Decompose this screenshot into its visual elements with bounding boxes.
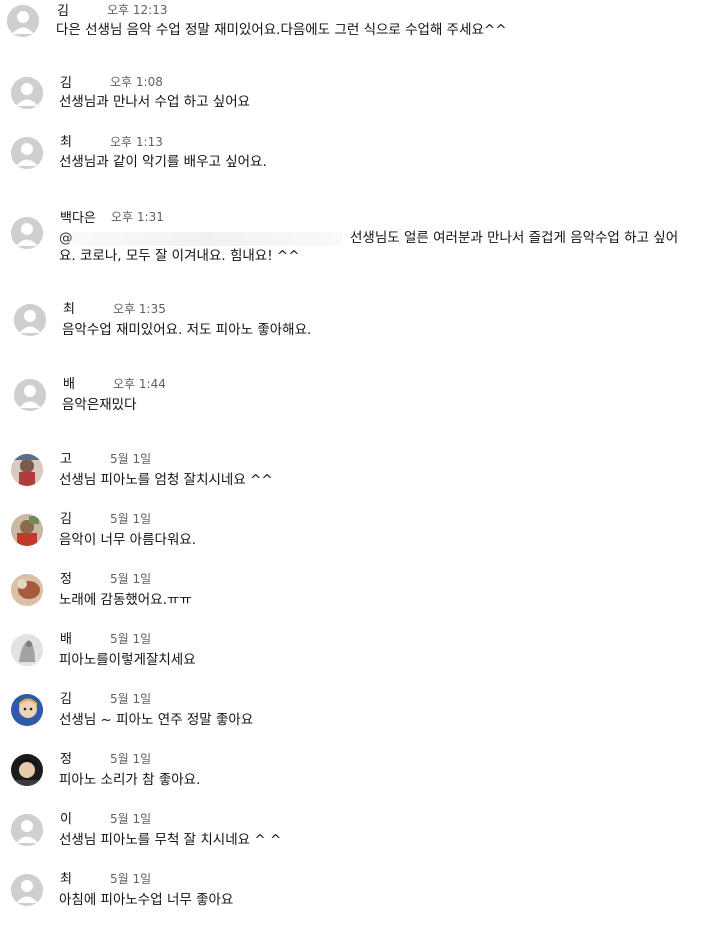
comment-author[interactable]: 최 [60, 868, 72, 887]
default-avatar-icon[interactable] [11, 874, 43, 906]
comment-author[interactable]: 배 [60, 628, 72, 647]
default-avatar-icon[interactable] [14, 304, 46, 336]
comment-author[interactable]: 고 [60, 448, 72, 467]
comment-text: 노래에 감동했어요.ㅠㅠ [59, 592, 192, 608]
comment-item: 배 5월 1일 피아노를이렇게잘치세요 [0, 627, 724, 687]
comment-text: 선생님과 같이 악기를 배우고 싶어요. [59, 154, 267, 170]
comment-text: 선생님과 만나서 수업 하고 싶어요 [59, 94, 251, 110]
comment-author[interactable]: 이 [60, 808, 72, 827]
comment-text: 아침에 피아노수업 너무 좋아요 [59, 892, 234, 908]
photo-avatar-icon[interactable] [11, 634, 43, 666]
comment-timestamp[interactable]: 오후 1:31 [111, 208, 164, 225]
comment-item: 이 5월 1일 선생님 피아노를 무척 잘 치시네요 ^ ^ [0, 807, 724, 867]
comment-timestamp[interactable]: 5월 1일 [110, 810, 151, 827]
comment-text: 선생님 ~ 피아노 연주 정말 좋아요 [59, 712, 254, 728]
photo-avatar-icon[interactable] [11, 514, 43, 546]
comment-author[interactable]: 정 [60, 748, 72, 767]
redacted-username [72, 232, 342, 246]
default-avatar-icon[interactable] [11, 77, 43, 109]
comment-timestamp[interactable]: 5월 1일 [110, 690, 151, 707]
comment-timestamp[interactable]: 오후 1:44 [113, 375, 166, 392]
comment-text: 요. 코로나, 모두 잘 이겨내요. 힘내요! ^^ [59, 248, 300, 264]
comment-item: 정 5월 1일 노래에 감동했어요.ㅠㅠ [0, 567, 724, 627]
comment-item: 최 오후 1:13 선생님과 같이 악기를 배우고 싶어요. [0, 130, 724, 200]
comment-author[interactable]: 김 [60, 508, 72, 527]
comment-item: 최 오후 1:35 음악수업 재미있어요. 저도 피아노 좋아해요. [0, 297, 724, 357]
comment-text: 다은 선생님 음악 수업 정말 재미있어요.다음에도 그런 식으로 수업해 주세… [56, 22, 507, 38]
comment-text: 선생님 피아노를 무척 잘 치시네요 ^ ^ [59, 832, 282, 848]
default-avatar-icon[interactable] [11, 814, 43, 846]
comment-item: 배 오후 1:44 음악은재밌다 [0, 372, 724, 432]
default-avatar-icon[interactable] [7, 5, 39, 37]
comment-text: 선생님 피아노를 엄청 잘치시네요 ^^ [59, 472, 273, 488]
comment-text: 음악수업 재미있어요. 저도 피아노 좋아해요. [62, 322, 312, 338]
comment-text: 피아노 소리가 참 좋아요. [59, 772, 201, 788]
comment-item: 백다은 오후 1:31 @ 선생님도 얼른 여러분과 만나서 즐겁게 음악수업 … [0, 205, 724, 285]
comment-timestamp[interactable]: 오후 1:35 [113, 300, 166, 317]
comment-item: 김 오후 12:13 다은 선생님 음악 수업 정말 재미있어요.다음에도 그런… [0, 0, 724, 60]
comment-timestamp[interactable]: 5월 1일 [110, 510, 151, 527]
comment-timestamp[interactable]: 오후 12:13 [107, 1, 167, 18]
comment-author[interactable]: 김 [60, 72, 72, 91]
comment-author[interactable]: 배 [63, 373, 75, 392]
default-avatar-icon[interactable] [11, 217, 43, 249]
comment-item: 최 5월 1일 아침에 피아노수업 너무 좋아요 [0, 867, 724, 927]
default-avatar-icon[interactable] [11, 137, 43, 169]
comment-item: 김 5월 1일 선생님 ~ 피아노 연주 정말 좋아요 [0, 687, 724, 747]
comment-text: 음악이 너무 아름다워요. [59, 532, 197, 548]
comment-author[interactable]: 백다은 [60, 207, 96, 226]
comment-timestamp[interactable]: 5월 1일 [110, 570, 151, 587]
photo-avatar-icon[interactable] [11, 754, 43, 786]
photo-avatar-icon[interactable] [11, 454, 43, 486]
photo-avatar-icon[interactable] [11, 574, 43, 606]
comment-author[interactable]: 김 [57, 0, 69, 19]
comment-timestamp[interactable]: 5월 1일 [110, 630, 151, 647]
comment-timestamp[interactable]: 5월 1일 [110, 450, 151, 467]
comment-text: 음악은재밌다 [62, 397, 137, 413]
comment-item: 김 오후 1:08 선생님과 만나서 수업 하고 싶어요 [0, 70, 724, 130]
comment-item: 김 5월 1일 음악이 너무 아름다워요. [0, 507, 724, 567]
comment-item: 고 5월 1일 선생님 피아노를 엄청 잘치시네요 ^^ [0, 447, 724, 507]
comment-text: 선생님도 얼른 여러분과 만나서 즐겁게 음악수업 하고 싶어 [350, 230, 679, 246]
photo-avatar-icon[interactable] [11, 694, 43, 726]
comment-author[interactable]: 정 [60, 568, 72, 587]
comment-timestamp[interactable]: 5월 1일 [110, 870, 151, 887]
comment-timestamp[interactable]: 5월 1일 [110, 750, 151, 767]
comment-author[interactable]: 최 [60, 131, 72, 150]
comment-text: 피아노를이렇게잘치세요 [59, 652, 196, 668]
comment-timestamp[interactable]: 오후 1:08 [110, 73, 163, 90]
default-avatar-icon[interactable] [14, 379, 46, 411]
comment-author[interactable]: 최 [63, 298, 75, 317]
comment-timestamp[interactable]: 오후 1:13 [110, 133, 163, 150]
comment-author[interactable]: 김 [60, 688, 72, 707]
comment-item: 정 5월 1일 피아노 소리가 참 좋아요. [0, 747, 724, 807]
